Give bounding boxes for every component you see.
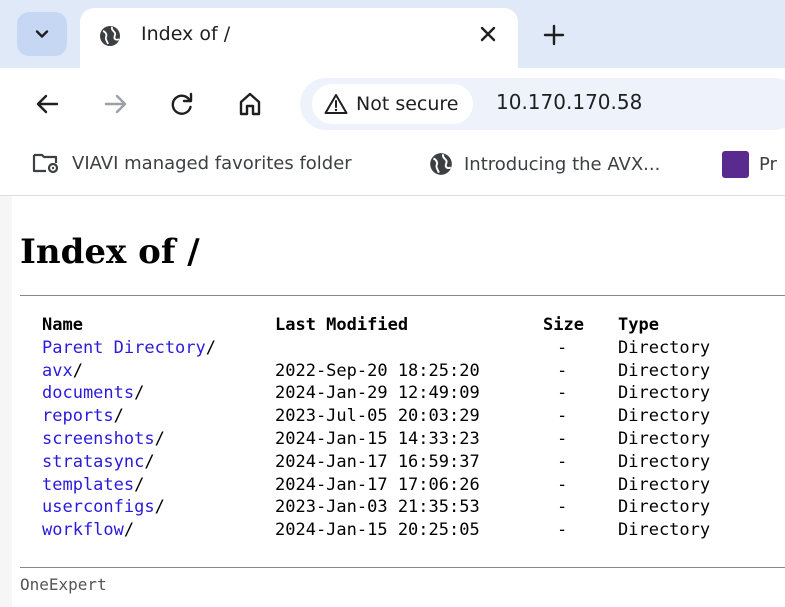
bookmarks-bar: VIAVI managed favorites folder Introduci… <box>0 138 785 196</box>
entry-size: - <box>557 520 568 541</box>
entry-link[interactable]: userconfigs <box>42 497 155 517</box>
entry-modified: 2024-Jan-15 20:25:05 <box>275 520 480 541</box>
entry-type: Directory <box>618 451 711 472</box>
entry-type: Directory <box>618 428 711 449</box>
entry-type: Directory <box>618 406 711 427</box>
address-bar[interactable]: Not secure 10.170.170.58 <box>300 78 785 130</box>
entry-name-cell: documents/ <box>42 382 144 405</box>
entry-size: - <box>557 497 568 518</box>
bookmark-favicon <box>722 151 749 178</box>
tab-title: Index of / <box>141 23 231 45</box>
column-header-size: Size <box>543 315 584 335</box>
content-area: Index of / Name Last Modified Size Type … <box>0 196 785 607</box>
entry-name-cell: templates/ <box>42 474 144 497</box>
close-icon[interactable] <box>476 22 500 46</box>
entry-suffix: / <box>123 520 135 541</box>
globe-icon <box>100 26 120 46</box>
entry-link[interactable]: workflow <box>42 520 124 540</box>
page: Index of / Name Last Modified Size Type … <box>12 196 785 607</box>
entry-type: Directory <box>618 383 711 404</box>
bookmark-viavi-folder[interactable]: VIAVI managed favorites folder <box>32 151 352 175</box>
url-text[interactable]: 10.170.170.58 <box>496 90 642 114</box>
entry-size: - <box>557 383 568 404</box>
entry-modified: 2022-Sep-20 18:25:20 <box>275 360 480 381</box>
entry-size: - <box>557 451 568 472</box>
entry-suffix: / <box>205 337 217 358</box>
entry-size: - <box>557 428 568 449</box>
entry-modified: 2023-Jan-03 21:35:53 <box>275 497 480 518</box>
entry-suffix: / <box>144 451 155 472</box>
security-label: Not secure <box>356 93 459 115</box>
bookmark-pr[interactable]: Pr <box>722 151 777 178</box>
entry-size: - <box>557 337 568 358</box>
entry-name-cell: reports/ <box>42 405 124 428</box>
entry-name-cell: avx/ <box>42 360 83 383</box>
entry-link[interactable]: documents <box>42 383 134 403</box>
entry-modified: 2024-Jan-17 17:06:26 <box>275 474 480 495</box>
entry-suffix: / <box>154 497 165 518</box>
column-header-name: Name <box>42 315 83 335</box>
entry-link[interactable]: stratasync <box>42 452 144 472</box>
bookmark-label: Pr <box>759 154 777 175</box>
entry-name-cell: workflow/ <box>42 519 134 542</box>
bookmark-avx[interactable]: Introducing the AVX... <box>428 151 660 177</box>
entry-suffix: / <box>134 474 145 495</box>
entry-name-cell: userconfigs/ <box>42 496 165 519</box>
footer-text: OneExpert <box>20 575 107 594</box>
tab-active[interactable]: Index of / <box>80 8 518 68</box>
entry-link[interactable]: templates <box>42 475 134 495</box>
column-header-type: Type <box>618 315 659 335</box>
home-icon[interactable] <box>236 90 264 118</box>
entry-suffix: / <box>113 406 124 427</box>
entry-modified: 2024-Jan-29 12:49:09 <box>275 383 480 404</box>
page-title: Index of / <box>20 232 200 272</box>
chevron-down-icon <box>35 30 49 38</box>
bookmark-label: VIAVI managed favorites folder <box>72 152 352 174</box>
entry-type: Directory <box>618 474 711 495</box>
entry-name-cell: Parent Directory/ <box>42 337 216 360</box>
entry-suffix: / <box>154 428 165 449</box>
entry-size: - <box>557 474 568 495</box>
toolbar: Not secure 10.170.170.58 <box>0 68 785 138</box>
entry-type: Directory <box>618 520 711 541</box>
column-header-modified: Last Modified <box>275 315 409 335</box>
entry-type: Directory <box>618 497 711 518</box>
back-arrow-icon[interactable] <box>34 90 62 118</box>
divider <box>20 295 785 296</box>
entry-link[interactable]: avx <box>42 361 73 381</box>
entry-suffix: / <box>134 383 145 404</box>
entry-link[interactable]: screenshots <box>42 429 155 449</box>
entry-type: Directory <box>618 337 711 358</box>
entry-modified: 2024-Jan-15 14:33:23 <box>275 428 480 449</box>
bookmark-label: Introducing the AVX... <box>464 153 661 175</box>
entry-modified: 2023-Jul-05 20:03:29 <box>275 406 480 427</box>
divider <box>20 567 785 568</box>
reload-icon[interactable] <box>168 90 196 118</box>
entry-size: - <box>557 360 568 381</box>
warning-icon <box>324 94 348 114</box>
entry-suffix: / <box>72 360 83 381</box>
tab-strip: Index of / <box>0 0 785 68</box>
globe-icon <box>430 153 452 175</box>
entry-name-cell: screenshots/ <box>42 428 165 451</box>
entry-name-cell: stratasync/ <box>42 451 155 474</box>
entry-modified: 2024-Jan-17 16:59:37 <box>275 451 480 472</box>
forward-arrow-icon[interactable] <box>101 90 129 118</box>
tab-search-button[interactable] <box>17 12 67 56</box>
security-chip[interactable]: Not secure <box>312 84 473 124</box>
entry-link[interactable]: Parent Directory <box>42 338 206 358</box>
entry-size: - <box>557 406 568 427</box>
entry-link[interactable]: reports <box>42 406 114 426</box>
plus-icon[interactable] <box>541 22 567 48</box>
folder-gear-icon <box>32 153 59 174</box>
entry-type: Directory <box>618 360 711 381</box>
